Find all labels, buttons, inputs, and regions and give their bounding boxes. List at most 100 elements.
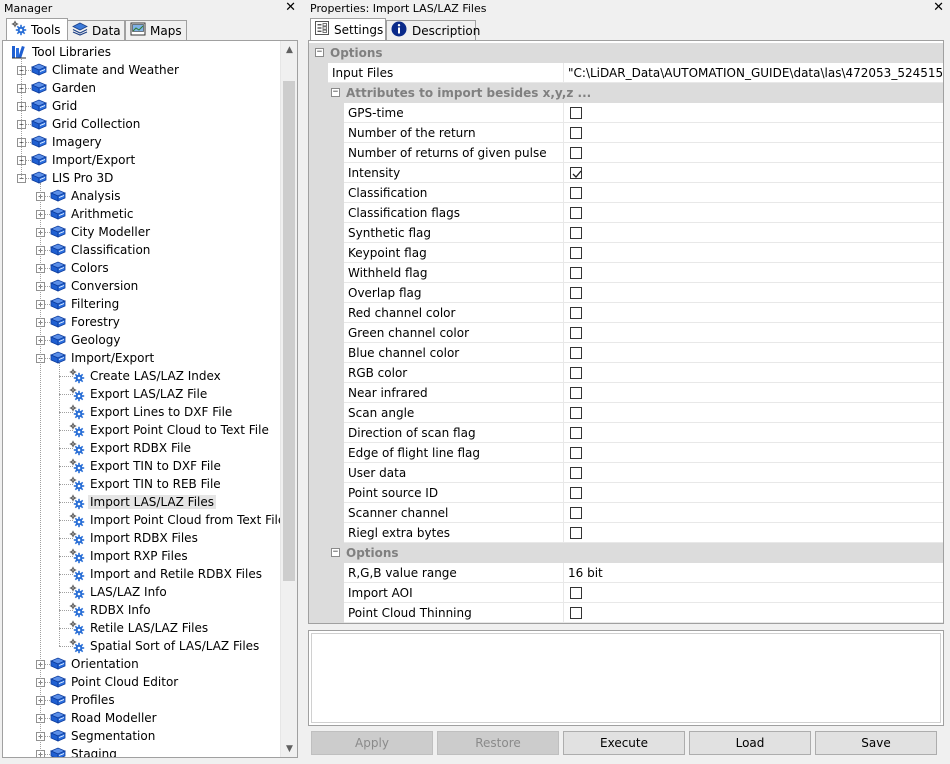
property-checkbox-cell[interactable] (564, 163, 943, 183)
scroll-up-icon[interactable]: ▲ (281, 41, 297, 58)
tool-item-import-rxp-files[interactable]: Import RXP Files (69, 547, 190, 565)
property-checkbox-cell[interactable] (564, 423, 943, 443)
checkbox[interactable] (570, 467, 582, 479)
property-checkbox-cell[interactable] (564, 383, 943, 403)
tab-description[interactable]: Description (386, 20, 480, 40)
checkbox[interactable] (570, 147, 582, 159)
tool-item-import-rdbx-files[interactable]: Import RDBX Files (69, 529, 200, 547)
library-item-imagery[interactable]: Imagery (30, 133, 104, 151)
tab-tools[interactable]: Tools (6, 18, 68, 40)
library-item-orientation[interactable]: Orientation (49, 655, 141, 673)
collapse-icon[interactable]: − (315, 48, 324, 57)
checkbox[interactable] (570, 307, 582, 319)
library-item-filtering[interactable]: Filtering (49, 295, 121, 313)
checkbox[interactable] (570, 347, 582, 359)
property-checkbox-cell[interactable] (564, 123, 943, 143)
library-item-import-export[interactable]: Import/Export (49, 349, 156, 367)
property-checkbox-cell[interactable] (564, 223, 943, 243)
tool-item-export-point-cloud-to-text-file[interactable]: Export Point Cloud to Text File (69, 421, 271, 439)
property-checkbox-cell[interactable] (564, 343, 943, 363)
library-item-profiles[interactable]: Profiles (49, 691, 117, 709)
manager-close-icon[interactable]: ✕ (285, 0, 296, 16)
library-item-classification[interactable]: Classification (49, 241, 152, 259)
library-item-climate-and-weather[interactable]: Climate and Weather (30, 61, 181, 79)
library-item-road-modeller[interactable]: Road Modeller (49, 709, 159, 727)
tab-data[interactable]: Data (67, 20, 125, 40)
tool-item-import-las-laz-files[interactable]: Import LAS/LAZ Files (69, 493, 217, 511)
collapse-icon[interactable]: − (331, 548, 340, 557)
collapse-icon[interactable]: − (331, 88, 340, 97)
property-value[interactable]: "C:\LiDAR_Data\AUTOMATION_GUIDE\data\las… (564, 63, 943, 83)
group-options[interactable]: − Options (309, 43, 943, 63)
checkbox[interactable] (570, 267, 582, 279)
tool-item-export-las-laz-file[interactable]: Export LAS/LAZ File (69, 385, 209, 403)
property-checkbox-cell[interactable] (564, 503, 943, 523)
property-checkbox-cell[interactable] (564, 443, 943, 463)
property-checkbox-cell[interactable] (564, 143, 943, 163)
restore-button[interactable]: Restore (437, 731, 559, 755)
property-checkbox-cell[interactable] (564, 463, 943, 483)
library-item-grid-collection[interactable]: Grid Collection (30, 115, 142, 133)
property-checkbox-cell[interactable] (564, 203, 943, 223)
property-checkbox-cell[interactable] (564, 243, 943, 263)
scroll-thumb[interactable] (283, 81, 295, 581)
property-checkbox-cell[interactable] (564, 603, 943, 623)
tab-maps[interactable]: Maps (125, 20, 187, 40)
property-checkbox-cell[interactable] (564, 303, 943, 323)
library-item-tool-libraries[interactable]: Tool Libraries (11, 43, 113, 61)
tool-item-export-tin-to-reb-file[interactable]: Export TIN to REB File (69, 475, 223, 493)
checkbox[interactable] (570, 447, 582, 459)
checkbox[interactable] (570, 387, 582, 399)
library-item-analysis[interactable]: Analysis (49, 187, 122, 205)
save-button[interactable]: Save (815, 731, 937, 755)
property-checkbox-cell[interactable] (564, 323, 943, 343)
library-item-arithmetic[interactable]: Arithmetic (49, 205, 136, 223)
property-checkbox-cell[interactable] (564, 103, 943, 123)
checkbox-checked[interactable] (570, 167, 582, 179)
tab-settings[interactable]: Settings (310, 18, 386, 40)
library-item-colors[interactable]: Colors (49, 259, 111, 277)
library-item-conversion[interactable]: Conversion (49, 277, 140, 295)
property-checkbox-cell[interactable] (564, 283, 943, 303)
checkbox[interactable] (570, 427, 582, 439)
checkbox[interactable] (570, 327, 582, 339)
checkbox[interactable] (570, 527, 582, 539)
scroll-down-icon[interactable]: ▼ (281, 740, 297, 757)
checkbox[interactable] (570, 587, 582, 599)
tool-item-import-point-cloud-from-text-file[interactable]: Import Point Cloud from Text File (69, 511, 280, 529)
library-item-lis-pro-3d[interactable]: LIS Pro 3D (30, 169, 115, 187)
property-checkbox-cell[interactable] (564, 403, 943, 423)
library-item-point-cloud-editor[interactable]: Point Cloud Editor (49, 673, 180, 691)
library-item-staging[interactable]: Staging (49, 745, 119, 757)
property-checkbox-cell[interactable] (564, 583, 943, 603)
library-item-import-export[interactable]: Import/Export (30, 151, 137, 169)
property-value[interactable]: 16 bit (564, 563, 943, 583)
checkbox[interactable] (570, 227, 582, 239)
tool-item-rdbx-info[interactable]: RDBX Info (69, 601, 153, 619)
checkbox[interactable] (570, 107, 582, 119)
checkbox[interactable] (570, 127, 582, 139)
library-item-segmentation[interactable]: Segmentation (49, 727, 157, 745)
load-button[interactable]: Load (689, 731, 811, 755)
checkbox[interactable] (570, 207, 582, 219)
checkbox[interactable] (570, 247, 582, 259)
group-options-2[interactable]: − Options (309, 543, 943, 563)
properties-close-icon[interactable]: ✕ (933, 0, 944, 16)
library-item-forestry[interactable]: Forestry (49, 313, 122, 331)
checkbox[interactable] (570, 287, 582, 299)
group-attributes[interactable]: − Attributes to import besides x,y,z ... (309, 83, 943, 103)
tool-item-las-laz-info[interactable]: LAS/LAZ Info (69, 583, 169, 601)
tree-scrollbar[interactable]: ▲ ▼ (280, 41, 297, 757)
library-item-city-modeller[interactable]: City Modeller (49, 223, 152, 241)
tool-item-export-rdbx-file[interactable]: Export RDBX File (69, 439, 193, 457)
tool-item-import-and-retile-rdbx-files[interactable]: Import and Retile RDBX Files (69, 565, 264, 583)
property-checkbox-cell[interactable] (564, 263, 943, 283)
checkbox[interactable] (570, 487, 582, 499)
tool-item-create-las-laz-index[interactable]: Create LAS/LAZ Index (69, 367, 223, 385)
tool-item-export-tin-to-dxf-file[interactable]: Export TIN to DXF File (69, 457, 223, 475)
tool-item-export-lines-to-dxf-file[interactable]: Export Lines to DXF File (69, 403, 234, 421)
property-checkbox-cell[interactable] (564, 183, 943, 203)
library-item-garden[interactable]: Garden (30, 79, 98, 97)
property-checkbox-cell[interactable] (564, 483, 943, 503)
property-checkbox-cell[interactable] (564, 363, 943, 383)
